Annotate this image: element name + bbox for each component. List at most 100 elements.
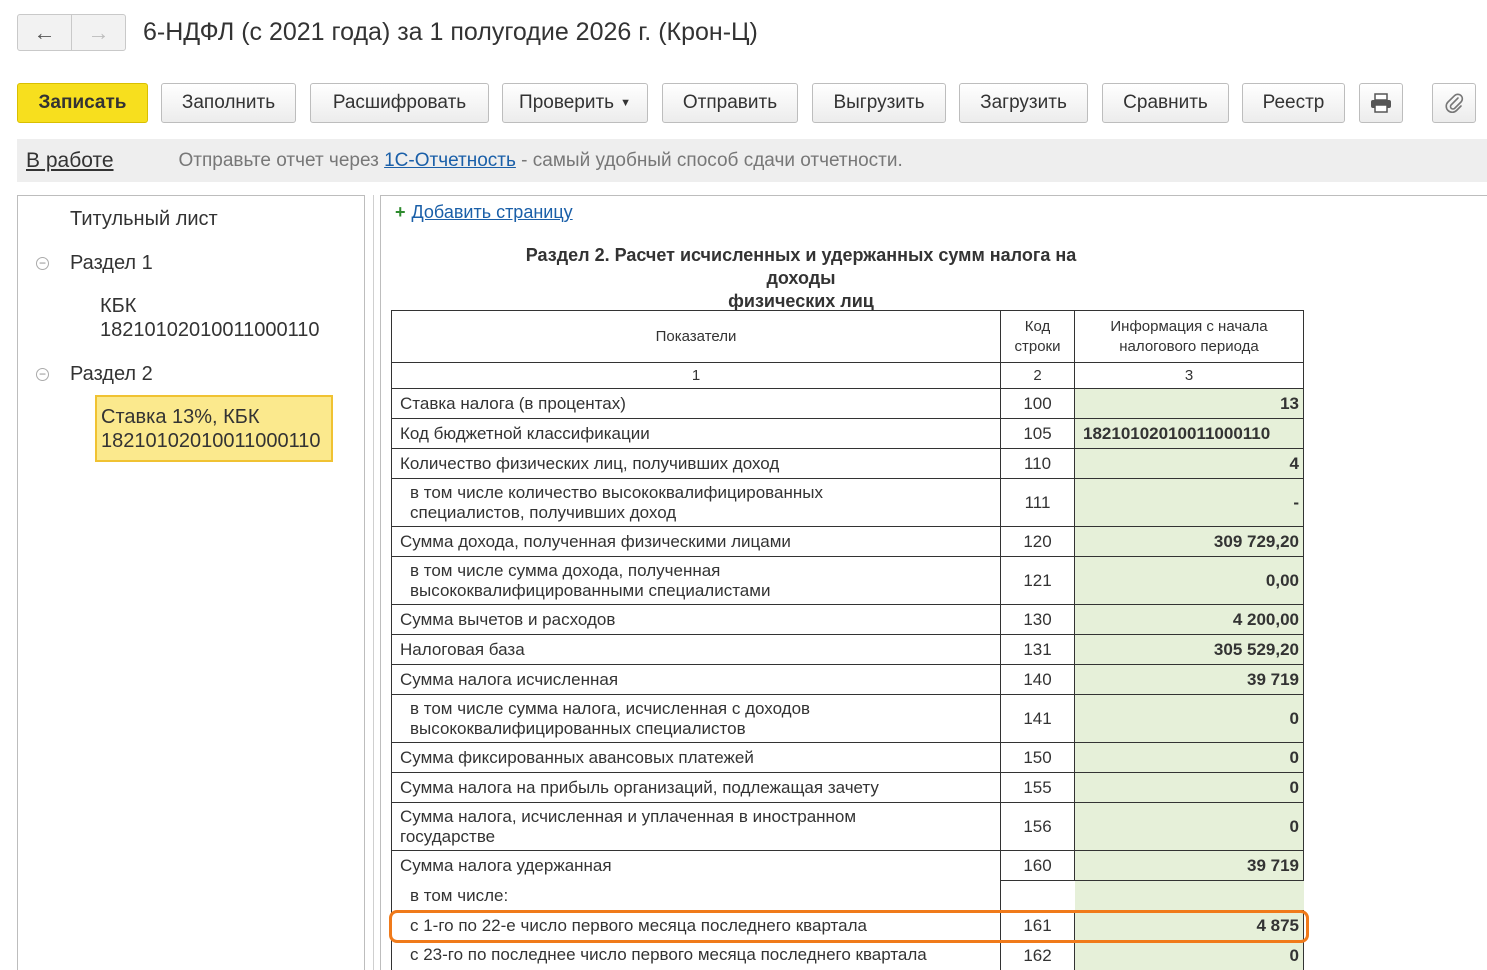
status-bar: В работе Отправьте отчет через 1С-Отчетн… <box>17 139 1487 182</box>
row-label: Сумма налога, исчисленная и уплаченная в… <box>391 802 1001 851</box>
tree-item-section2[interactable]: Раздел 2 <box>70 362 153 386</box>
row-label: Сумма вычетов и расходов <box>391 604 1001 635</box>
add-page-label: Добавить страницу <box>411 202 573 222</box>
add-page-link[interactable]: + Добавить страницу <box>395 200 573 224</box>
row-value-cell[interactable]: 305 529,20 <box>1074 634 1304 665</box>
row-label-line1: в том числе сумма налога, исчисленная с … <box>410 698 811 718</box>
row-label: в том числе сумма дохода, полученная высо… <box>391 556 1001 605</box>
row-value-cell[interactable]: 0,00 <box>1074 556 1304 605</box>
check-dropdown-button[interactable]: Проверить ▼ <box>502 83 648 123</box>
collapse-icon[interactable]: − <box>36 368 49 381</box>
row-value-cell[interactable]: 309 729,20 <box>1074 526 1304 557</box>
row-label: в том числе количество высококвалифициро… <box>391 478 1001 527</box>
row-code: 155 <box>1000 772 1075 803</box>
table-row: Сумма налога исчисленная 140 39 719 <box>391 664 1304 695</box>
back-button[interactable]: ← <box>18 15 72 50</box>
row-code: 120 <box>1000 526 1075 557</box>
row-value-cell[interactable]: 39 719 <box>1074 850 1304 881</box>
history-nav: ← → <box>17 14 126 51</box>
compare-button[interactable]: Сравнить <box>1102 83 1229 123</box>
status-link[interactable]: В работе <box>26 149 114 173</box>
tree-item-section1-kbk[interactable]: КБК 18210102010011000110 <box>100 294 320 342</box>
import-button[interactable]: Загрузить <box>959 83 1088 123</box>
tree-item-title-page[interactable]: Титульный лист <box>70 207 218 231</box>
header-code: Код строки <box>1000 310 1075 363</box>
row-label-line2: специалистов, получивших доход <box>410 502 677 522</box>
section-heading: Раздел 2. Расчет исчисленных и удержанны… <box>495 244 1107 313</box>
export-button[interactable]: Выгрузить <box>812 83 946 123</box>
forward-button[interactable]: → <box>72 15 125 50</box>
send-button[interactable]: Отправить <box>662 83 798 123</box>
empty-cell <box>1074 880 1304 911</box>
row-label-line1: Сумма налога, исчисленная и уплаченная в… <box>400 806 857 826</box>
header-indicators: Показатели <box>391 310 1001 363</box>
status-message-before: Отправьте отчет через <box>178 149 385 171</box>
row-code: 121 <box>1000 556 1075 605</box>
row-value-cell[interactable]: 0 <box>1074 742 1304 773</box>
save-button[interactable]: Записать <box>17 83 148 123</box>
table-row: Сумма вычетов и расходов 130 4 200,00 <box>391 604 1304 635</box>
table-row: Количество физических лиц, получивших до… <box>391 448 1304 479</box>
table-row-highlighted: с 1-го по 22-е число первого месяца посл… <box>391 910 1304 941</box>
print-button[interactable] <box>1359 83 1403 123</box>
reporting-service-link[interactable]: 1С-Отчетность <box>384 150 516 171</box>
row-value-cell[interactable]: 18210102010011000110 <box>1074 418 1304 449</box>
header-code-line1: Код <box>1024 317 1051 335</box>
header-info-line2: налогового периода <box>1119 337 1259 355</box>
table-row: Налоговая база 131 305 529,20 <box>391 634 1304 665</box>
table-row: Сумма налога, исчисленная и уплаченная в… <box>391 802 1304 851</box>
row-value-cell[interactable]: 4 <box>1074 448 1304 479</box>
tree-item-code: 18210102010011000110 <box>100 319 320 341</box>
tree-item-label: Ставка 13%, КБК <box>101 406 260 428</box>
tree-item-label: КБК <box>100 295 137 317</box>
row-value-cell[interactable]: 39 719 <box>1074 664 1304 695</box>
printer-icon <box>1371 93 1391 113</box>
table-row: Код бюджетной классификации 105 18210102… <box>391 418 1304 449</box>
table-row: в том числе количество высококвалифициро… <box>391 478 1304 527</box>
tree-item-code: 18210102010011000110 <box>101 430 321 452</box>
row-code: 131 <box>1000 634 1075 665</box>
collapse-icon[interactable]: − <box>36 257 49 270</box>
row-value-cell[interactable]: 0 <box>1074 772 1304 803</box>
row-label-line2: высококвалифицированных специалистов <box>410 718 746 738</box>
table-row: Сумма налога на прибыль организаций, под… <box>391 772 1304 803</box>
empty-cell <box>1001 881 1075 911</box>
table-row: с 23-го по последнее число первого месяц… <box>391 940 1304 970</box>
page-title: 6-НДФЛ (с 2021 года) за 1 полугодие 2026… <box>143 18 758 46</box>
header-info: Информация с начала налогового периода <box>1074 310 1304 363</box>
row-code: 105 <box>1000 418 1075 449</box>
row-label: Сумма налога на прибыль организаций, под… <box>391 772 1001 803</box>
row-label: Сумма налога исчисленная <box>391 664 1001 695</box>
row-value-cell[interactable]: 4 875 <box>1074 910 1304 941</box>
tree-item-section2-rate13-selected[interactable]: Ставка 13%, КБК 18210102010011000110 <box>95 395 333 462</box>
section2-table: Показатели Код строки Информация с начала… <box>391 310 1304 970</box>
row-label-line1: в том числе количество высококвалифициро… <box>410 482 823 502</box>
row-code: 140 <box>1000 664 1075 695</box>
status-message-after: - самый удобный способ сдачи отчетности. <box>515 149 903 171</box>
row-label: Сумма фиксированных авансовых платежей <box>391 742 1001 773</box>
row-value-cell[interactable]: 13 <box>1074 388 1304 419</box>
table-row: Сумма налога удержанная 160 39 719 <box>391 850 1304 881</box>
row-value-cell[interactable]: 0 <box>1074 694 1304 743</box>
attach-button[interactable] <box>1432 83 1476 123</box>
registry-button[interactable]: Реестр <box>1242 83 1345 123</box>
header-code-line2: строки <box>1014 337 1061 355</box>
row-label: в том числе сумма налога, исчисленная с … <box>391 694 1001 743</box>
row-code: 162 <box>1000 940 1075 970</box>
fill-button[interactable]: Заполнить <box>161 83 296 123</box>
paperclip-icon <box>1445 93 1464 113</box>
row-label: в том числе: <box>391 880 1001 911</box>
row-label: с 23-го по последнее число первого месяц… <box>391 940 1001 970</box>
row-value-cell[interactable]: 0 <box>1074 802 1304 851</box>
row-code: 100 <box>1000 388 1075 419</box>
panel-splitter[interactable] <box>373 195 374 970</box>
row-label-line2: государстве <box>400 826 496 846</box>
row-value-cell[interactable]: - <box>1074 478 1304 527</box>
section-heading-line1: Раздел 2. Расчет исчисленных и удержанны… <box>525 245 1077 288</box>
row-value-cell[interactable]: 4 200,00 <box>1074 604 1304 635</box>
tree-item-section1[interactable]: Раздел 1 <box>70 251 153 275</box>
row-code: 111 <box>1000 478 1075 527</box>
row-value-cell[interactable]: 0 <box>1074 940 1304 970</box>
column-number: 3 <box>1074 362 1304 389</box>
decode-button[interactable]: Расшифровать <box>310 83 489 123</box>
